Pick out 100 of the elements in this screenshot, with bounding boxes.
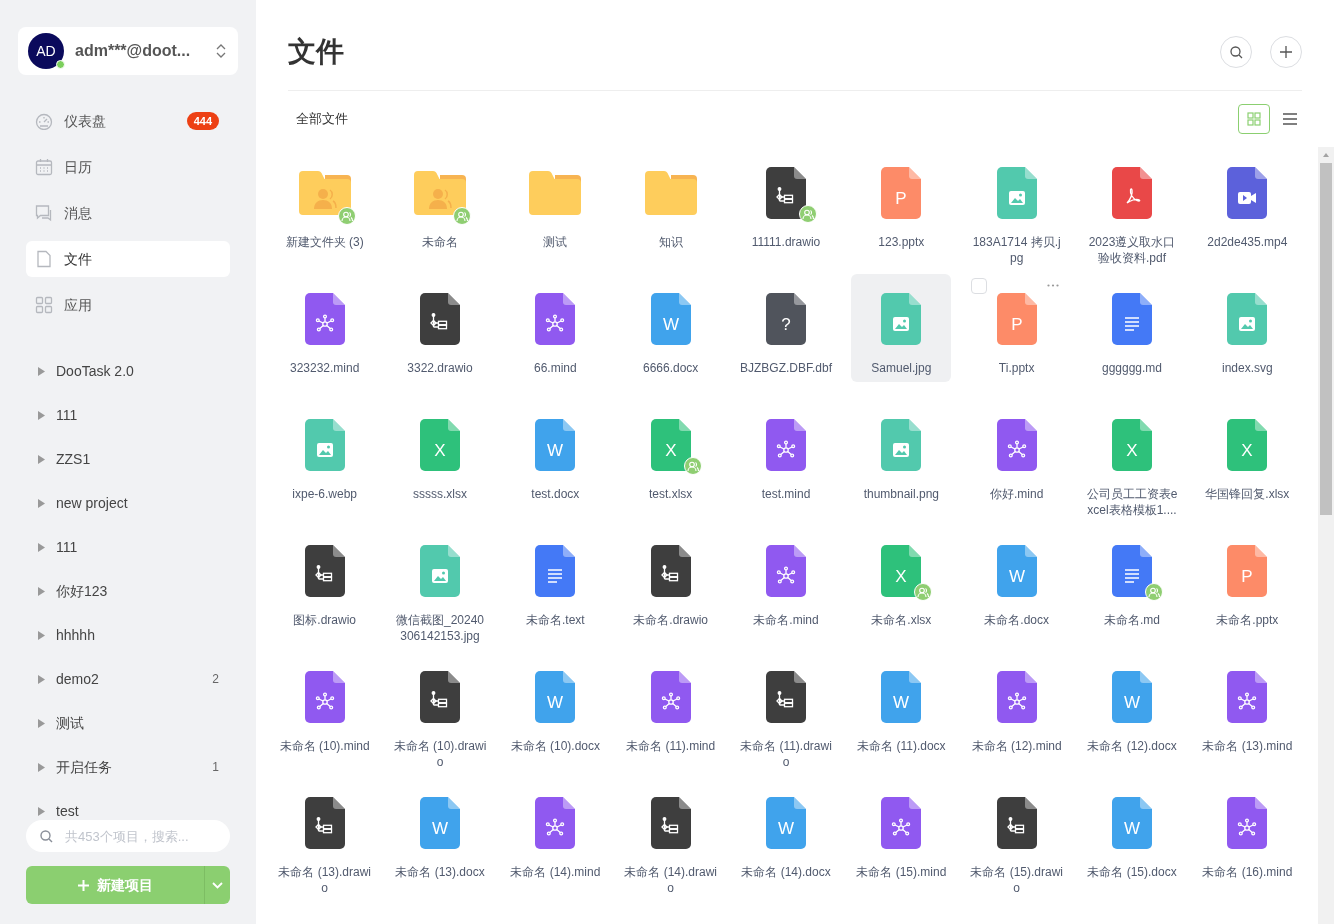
file-name: 未命名 (10).mind: [278, 738, 371, 754]
text-file-icon: [1112, 293, 1152, 345]
project-item[interactable]: test: [26, 789, 230, 820]
file-name: 183A1714 拷贝.jpg: [971, 234, 1062, 266]
search-icon: [40, 830, 53, 843]
file-name: 新建文件夹 (3): [284, 234, 365, 250]
image-file-icon: [304, 419, 345, 471]
diagram-file-icon: [650, 797, 691, 849]
mindmap-file-icon: [881, 797, 922, 849]
file-name: 未命名 (13).docx: [394, 864, 486, 880]
mindmap-file-icon: [1227, 671, 1268, 723]
new-project-dropdown-button[interactable]: [204, 866, 230, 904]
file-name: 图标.drawio: [292, 612, 357, 628]
more-icon[interactable]: [1046, 284, 1059, 287]
chevron-down-icon: [212, 881, 223, 889]
project-item[interactable]: ZZS1: [26, 437, 230, 481]
spreadsheet-file-icon: X: [1227, 419, 1268, 471]
project-item[interactable]: DooTask 2.0: [26, 349, 230, 393]
select-checkbox[interactable]: [970, 278, 987, 294]
caret-right-icon: [38, 718, 45, 728]
file-name: test.docx: [530, 486, 581, 502]
project-count: 1: [212, 759, 219, 776]
spreadsheet-file-icon: X: [420, 419, 460, 471]
word-file-icon: W: [1112, 671, 1152, 723]
file-name: 微信截图_20240306142153.jpg: [394, 612, 485, 644]
image-file-icon: [881, 293, 922, 345]
mindmap-file-icon: [650, 671, 691, 723]
file-name: 11111.drawio: [750, 234, 822, 250]
slides-file-icon: P: [996, 293, 1037, 345]
chat-bubbles-icon: [35, 204, 53, 222]
caret-right-icon: [38, 542, 45, 552]
text-file-icon: [1112, 545, 1152, 597]
mindmap-file-icon: [766, 419, 806, 471]
scrollbar[interactable]: [1318, 147, 1334, 924]
spreadsheet-file-icon: X: [881, 545, 922, 597]
file-name: 未命名: [421, 234, 459, 250]
grid-icon: [35, 296, 53, 314]
word-file-icon: W: [1112, 797, 1152, 849]
shared-folder-icon: [414, 171, 466, 215]
project-item[interactable]: new project: [26, 481, 230, 525]
file-name: 123.pptx: [877, 234, 926, 250]
project-item[interactable]: 111: [26, 393, 230, 437]
project-item[interactable]: 你好123: [26, 569, 230, 613]
image-file-icon: [996, 167, 1037, 219]
user-name: adm***@doot...: [75, 41, 191, 61]
document-icon: [35, 250, 53, 268]
project-item[interactable]: 开启任务 1: [26, 745, 230, 789]
pdf-file-icon: [1112, 167, 1152, 219]
grid-view-button[interactable]: [1238, 104, 1270, 134]
project-item[interactable]: 测试: [26, 701, 230, 745]
file-name: test.xlsx: [648, 486, 694, 502]
file-name: 66.mind: [532, 360, 578, 376]
file-name: 2d2de435.mp4: [1206, 234, 1289, 250]
file-name: 未命名.text: [525, 612, 586, 628]
word-file-icon: W: [881, 671, 922, 723]
file-name: 未命名.pptx: [1215, 612, 1280, 628]
file-name: thumbnail.png: [862, 486, 940, 502]
slides-file-icon: P: [881, 167, 922, 219]
diagram-file-icon: [996, 797, 1037, 849]
folder-icon: [644, 171, 697, 215]
file-name: 未命名 (12).mind: [970, 738, 1063, 754]
caret-right-icon: [38, 674, 45, 684]
nav-item[interactable]: 文件: [26, 241, 230, 277]
project-item[interactable]: 111: [26, 525, 230, 569]
project-search-field[interactable]: 共453个项目，搜索...: [26, 820, 230, 852]
file-name: 未命名 (15).mind: [855, 864, 948, 880]
folder-icon: [529, 171, 582, 215]
word-file-icon: W: [535, 671, 576, 723]
file-name: 6666.docx: [641, 360, 700, 376]
file-name: 3322.drawio: [406, 360, 474, 376]
project-item[interactable]: demo2 2: [26, 657, 230, 701]
file-name: 未命名.drawio: [632, 612, 709, 628]
page-title: 文件: [288, 35, 344, 69]
list-view-icon: [1283, 113, 1297, 125]
user-avatar: AD: [28, 33, 64, 69]
spreadsheet-file-icon: X: [650, 419, 691, 471]
mindmap-file-icon: [535, 293, 576, 345]
word-file-icon: W: [535, 419, 576, 471]
breadcrumb[interactable]: 全部文件: [296, 109, 348, 129]
file-name: 未命名 (14).mind: [509, 864, 602, 880]
file-name: Ti.pptx: [997, 360, 1036, 376]
gauge-icon: [35, 112, 53, 130]
file-name: 未命名 (15).drawio: [969, 864, 1064, 896]
chevron-up-down-icon: [216, 43, 226, 59]
file-name: ixpe-6.webp: [291, 486, 358, 502]
caret-right-icon: [38, 410, 45, 420]
mindmap-file-icon: [996, 419, 1037, 471]
file-name: 华国锋回复.xlsx: [1204, 486, 1291, 502]
diagram-file-icon: [766, 167, 806, 219]
mindmap-file-icon: [1227, 797, 1268, 849]
spreadsheet-file-icon: X: [1112, 419, 1152, 471]
account-switcher[interactable]: AD adm***@doot...: [18, 27, 238, 75]
file-name: 未命名 (13).drawio: [277, 864, 372, 896]
file-name: Samuel.jpg: [870, 360, 933, 376]
word-file-icon: W: [420, 797, 460, 849]
project-item[interactable]: hhhhh: [26, 613, 230, 657]
file-item[interactable]: Samuel.jpg: [851, 274, 952, 382]
word-file-icon: W: [996, 545, 1037, 597]
file-name: 未命名 (11).mind: [625, 738, 717, 754]
file-name: 公司员工工资表excel表格模板1....: [1085, 486, 1179, 518]
